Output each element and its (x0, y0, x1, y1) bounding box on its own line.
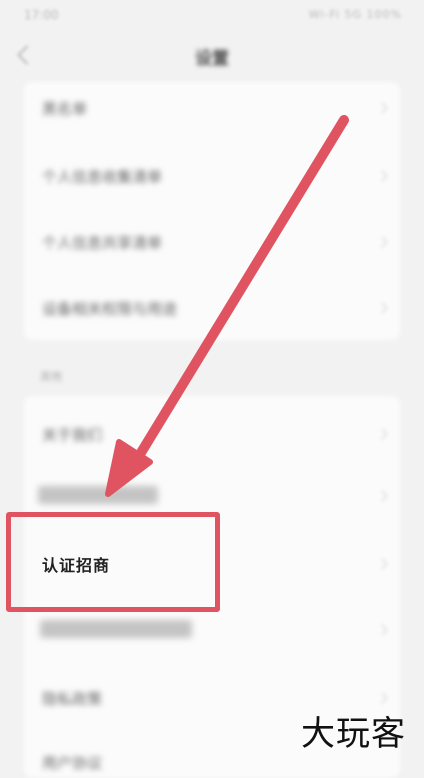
watermark-text: 大玩客 (301, 714, 406, 754)
annotation-arrow-icon (105, 115, 349, 497)
arrow-shaft (123, 115, 349, 479)
